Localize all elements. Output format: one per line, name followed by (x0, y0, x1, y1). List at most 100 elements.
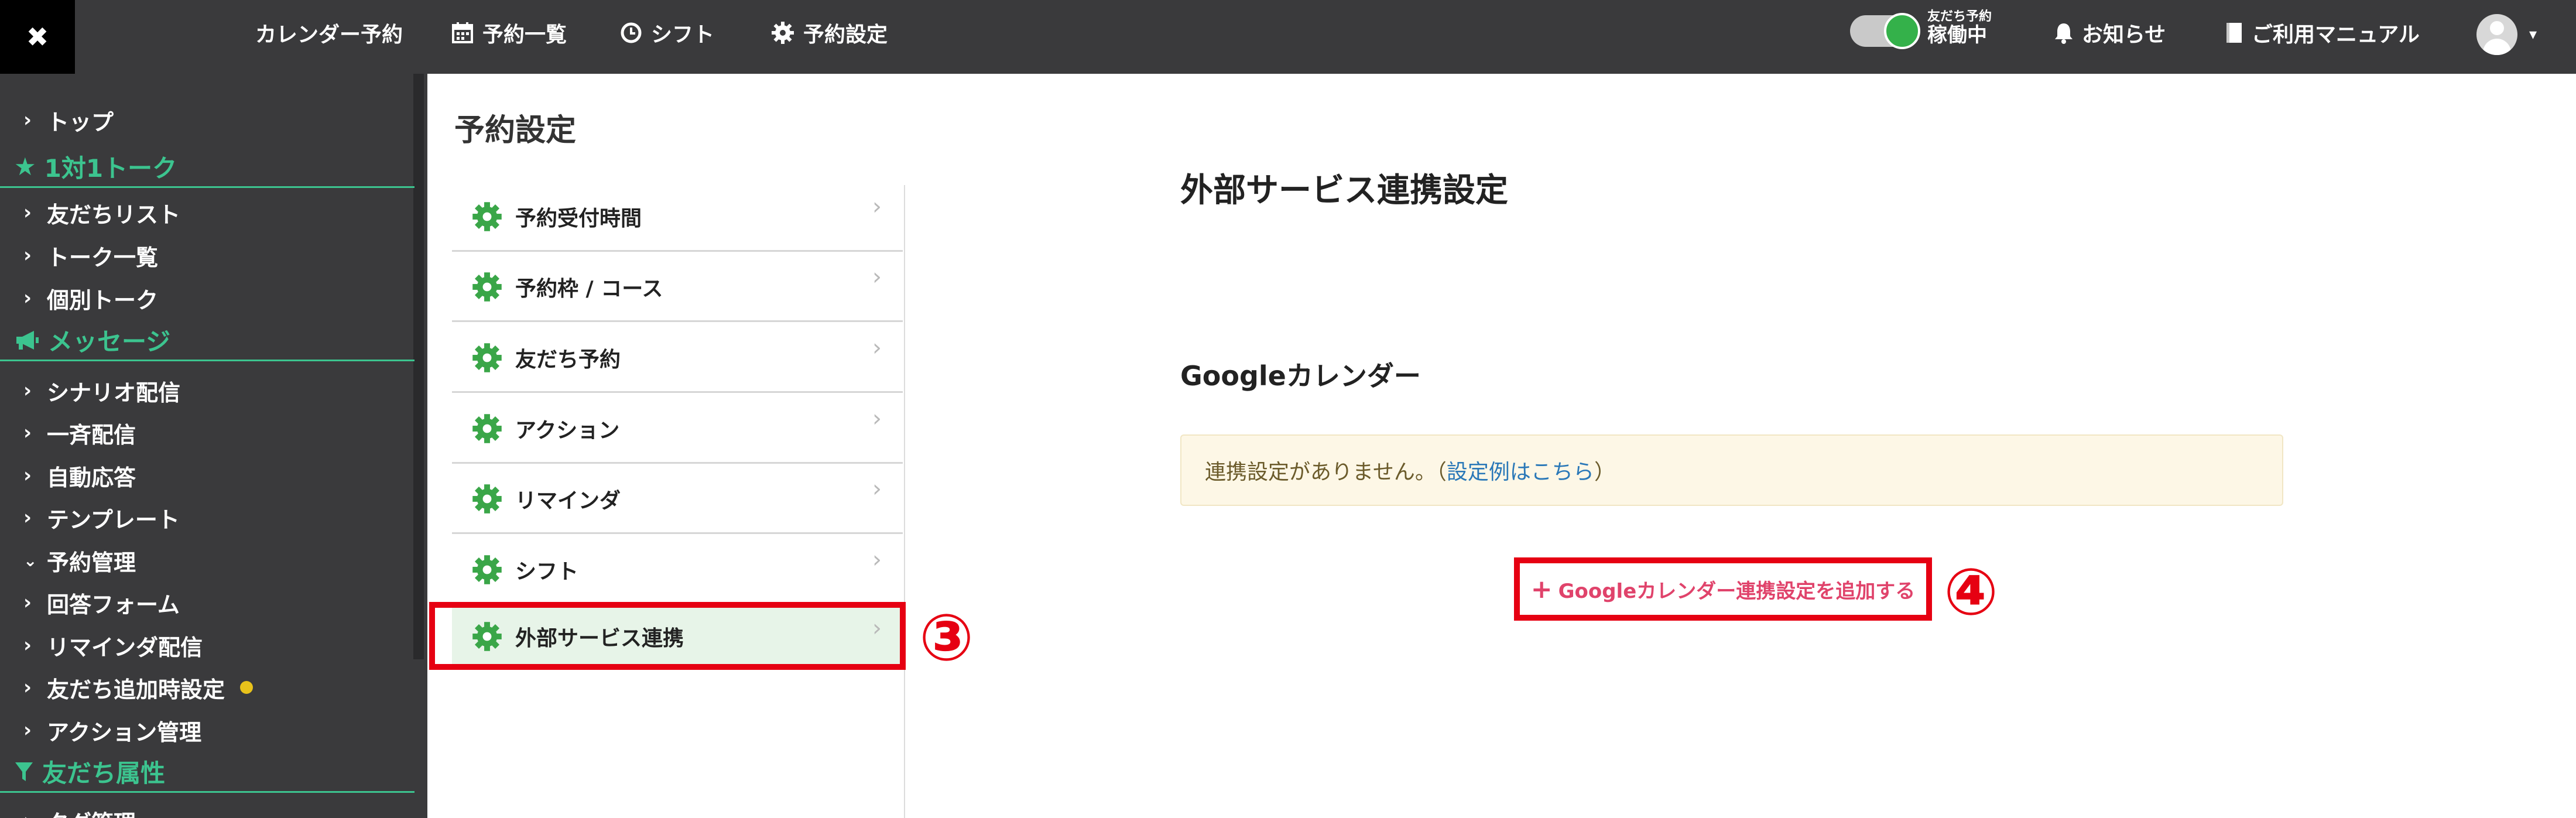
sidebar-item-label: シナリオ配信 (47, 379, 181, 406)
clock-icon (621, 22, 642, 43)
gear-icon (472, 201, 502, 231)
sidebar-item-individual-talk[interactable]: › 個別トーク (23, 280, 158, 316)
gear-icon (472, 484, 502, 514)
sidebar-item-tag-management[interactable]: › タグ管理 (23, 803, 136, 818)
friend-booking-status: 友だち予約 稼働中 (1927, 9, 1992, 47)
sidebar-section-friend-attributes[interactable]: 友だち属性 (0, 752, 415, 793)
sidebar-item-label: 自動応答 (47, 464, 136, 491)
nav-booking-settings-label: 予約設定 (803, 23, 888, 47)
toggle-label-line2: 稼働中 (1927, 23, 1987, 47)
gear-icon (472, 343, 502, 372)
sidebar-item-reminder-delivery[interactable]: › リマインダ配信 (23, 628, 203, 663)
add-google-calendar-label: Googleカレンダー連携設定を追加する (1558, 579, 1916, 603)
chevron-right-icon: › (23, 591, 32, 614)
add-google-calendar-integration-button[interactable]: + Googleカレンダー連携設定を追加する (1514, 557, 1932, 621)
sidebar-item-top[interactable]: › トップ (23, 102, 114, 138)
chevron-right-icon: › (23, 244, 32, 267)
avatar[interactable] (2476, 14, 2517, 55)
avatar-head (2490, 21, 2504, 35)
chevron-right-icon: › (23, 108, 32, 132)
notice-close-paren: ） (1594, 460, 1615, 484)
sidebar-scrollbar[interactable] (413, 74, 424, 659)
chevron-right-icon: › (23, 379, 32, 402)
menu-item-label: アクション (515, 418, 620, 443)
sidebar-item-action-management[interactable]: › アクション管理 (23, 713, 201, 748)
notifications-link[interactable]: お知らせ (2054, 0, 2166, 66)
sidebar-item-booking-management[interactable]: ⌄ 予約管理 (23, 543, 136, 578)
sidebar-item-scenario-delivery[interactable]: › シナリオ配信 (23, 373, 180, 408)
sidebar-item-label: 予約管理 (47, 549, 136, 576)
menu-item-reception-hours[interactable]: 予約受付時間 › (452, 183, 903, 252)
chevron-right-icon: › (872, 405, 882, 432)
toggle-knob (1884, 13, 1920, 49)
nav-calendar-booking[interactable]: カレンダー予約 (255, 0, 403, 66)
chevron-right-icon: › (23, 634, 32, 657)
content-title: 外部サービス連携設定 (1180, 172, 1508, 210)
menu-item-slots-courses[interactable]: 予約枠 / コース › (452, 253, 903, 322)
nav-booking-settings[interactable]: 予約設定 (770, 0, 888, 66)
nav-shift[interactable]: シフト (619, 0, 714, 66)
chevron-right-icon: › (23, 421, 32, 444)
google-calendar-heading: Googleカレンダー (1180, 360, 1421, 392)
nav-booking-list-label: 予約一覧 (482, 23, 567, 47)
sidebar-item-label: タグ管理 (47, 805, 136, 818)
plus-icon: + (1530, 574, 1553, 604)
sidebar: › トップ ★ 1対1トーク › 友だちリスト › トーク一覧 › 個別トーク … (0, 74, 427, 818)
settings-example-link[interactable]: 設定例はこちら (1447, 455, 1594, 485)
nav-calendar-booking-label: カレンダー予約 (255, 23, 403, 47)
close-button[interactable]: ✖ (0, 0, 75, 74)
megaphone-icon (16, 330, 39, 350)
toggle-label-line1: 友だち予約 (1927, 9, 1992, 24)
sidebar-item-label: テンプレート (47, 506, 180, 533)
chevron-right-icon: › (872, 193, 882, 220)
sidebar-item-label: トーク一覧 (47, 244, 159, 271)
chevron-right-icon: › (23, 464, 32, 487)
sidebar-section-label: 友だち属性 (42, 759, 166, 788)
gear-icon (472, 413, 502, 443)
menu-item-label: 予約受付時間 (515, 206, 642, 231)
chevron-right-icon: › (23, 718, 32, 742)
sidebar-section-messages[interactable]: メッセージ (0, 320, 415, 361)
sidebar-item-label: アクション管理 (47, 719, 202, 745)
menu-divider (904, 185, 905, 818)
filter-icon (15, 762, 33, 781)
chevron-down-icon: ⌄ (23, 550, 37, 570)
close-icon: ✖ (26, 21, 49, 53)
friend-booking-toggle[interactable] (1850, 13, 1920, 49)
sidebar-item-friend-list[interactable]: › 友だちリスト (23, 195, 180, 230)
annotation-highlight-box-3 (429, 602, 906, 670)
sidebar-item-templates[interactable]: › テンプレート (23, 500, 180, 535)
chevron-right-icon: › (23, 286, 32, 310)
menu-item-reminder[interactable]: リマインダ › (452, 465, 903, 534)
menu-item-friend-booking[interactable]: 友だち予約 › (452, 324, 903, 393)
menu-item-shift[interactable]: シフト › (452, 536, 903, 605)
chevron-right-icon: › (872, 263, 882, 290)
chevron-right-icon: › (872, 334, 882, 361)
sidebar-item-broadcast[interactable]: › 一斉配信 (23, 415, 136, 450)
gear-icon (472, 555, 502, 584)
sidebar-section-one-to-one-talk[interactable]: ★ 1対1トーク (0, 147, 415, 188)
sidebar-item-label: トップ (47, 109, 114, 135)
chevron-right-icon: › (23, 506, 32, 529)
top-navigation-bar: ✖ カレンダー予約 予約一覧 シフト 予約設定 友だち予約 稼働中 お知らせ ご… (0, 0, 2576, 74)
chevron-right-icon: › (23, 201, 32, 224)
gear-icon (472, 272, 502, 302)
sidebar-item-label: 回答フォーム (47, 591, 180, 618)
menu-item-label: 友だち予約 (515, 347, 621, 372)
sidebar-item-talk-list[interactable]: › トーク一覧 (23, 238, 158, 273)
no-integration-notice: 連携設定がありません。（ 設定例はこちら ） (1180, 434, 2283, 506)
sidebar-section-label: メッセージ (48, 327, 171, 356)
new-indicator-dot (240, 681, 254, 694)
sidebar-item-friend-add-settings[interactable]: › 友だち追加時設定 (23, 670, 254, 705)
manual-link[interactable]: ご利用マニュアル (2225, 0, 2420, 66)
menu-item-action[interactable]: アクション › (452, 395, 903, 464)
page-title: 予約設定 (454, 113, 577, 148)
sidebar-item-label: 一斉配信 (47, 422, 136, 448)
chevron-down-icon[interactable]: ▾ (2529, 26, 2537, 43)
sidebar-item-answer-form[interactable]: › 回答フォーム (23, 585, 180, 620)
sidebar-item-auto-reply[interactable]: › 自動応答 (23, 458, 136, 493)
nav-booking-list[interactable]: 予約一覧 (451, 0, 567, 66)
annotation-number-3: ③ (919, 600, 974, 675)
chevron-right-icon: › (23, 676, 32, 699)
menu-item-label: リマインダ (515, 488, 621, 513)
